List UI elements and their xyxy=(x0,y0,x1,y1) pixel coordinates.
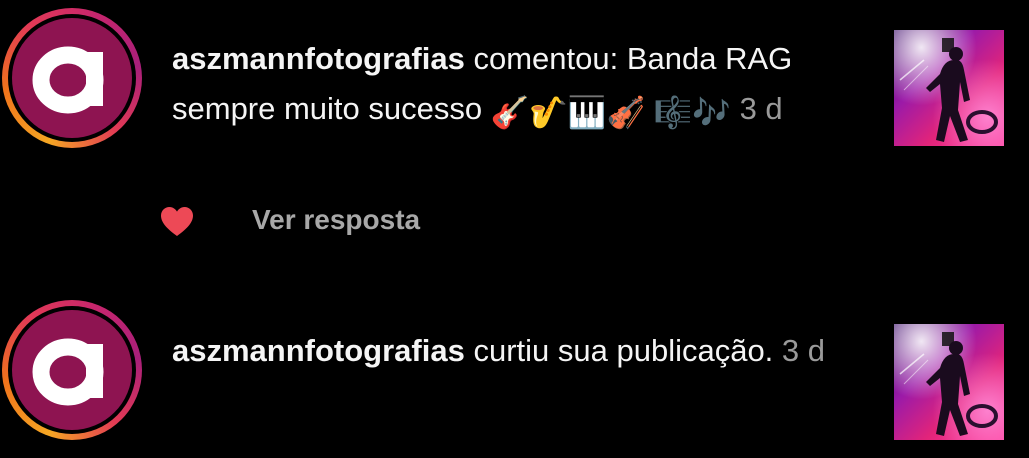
avatar[interactable] xyxy=(2,300,142,440)
brand-a-logo-icon xyxy=(32,46,104,114)
notification-text: aszmannfotografias curtiu sua publicação… xyxy=(172,326,852,376)
brand-a-logo-icon xyxy=(32,338,104,406)
avatar[interactable] xyxy=(2,8,142,148)
concert-photo-thumbnail xyxy=(894,324,1004,440)
post-thumbnail[interactable] xyxy=(894,324,1004,440)
activity-feed: aszmannfotografias comentou: Banda RAG s… xyxy=(0,0,1029,458)
username[interactable]: aszmannfotografias xyxy=(172,41,465,76)
notification-comment[interactable]: aszmannfotografias comentou: Banda RAG s… xyxy=(0,0,1029,260)
post-thumbnail[interactable] xyxy=(894,30,1004,146)
heart-icon[interactable] xyxy=(160,206,194,238)
view-reply-link[interactable]: Ver resposta xyxy=(252,204,420,236)
timestamp: 3 d xyxy=(781,333,826,368)
comment-emojis: 🎸🎷🎹🎻 🎼🎶 xyxy=(490,95,731,130)
notification-text: aszmannfotografias comentou: Banda RAG s… xyxy=(172,34,852,138)
username[interactable]: aszmannfotografias xyxy=(172,333,465,368)
concert-photo-thumbnail xyxy=(894,30,1004,146)
comment-actions: Ver resposta xyxy=(160,200,420,244)
notification-like[interactable]: aszmannfotografias curtiu sua publicação… xyxy=(0,290,1029,458)
timestamp: 3 d xyxy=(739,91,783,126)
like-message: curtiu sua publicação. xyxy=(464,333,782,368)
